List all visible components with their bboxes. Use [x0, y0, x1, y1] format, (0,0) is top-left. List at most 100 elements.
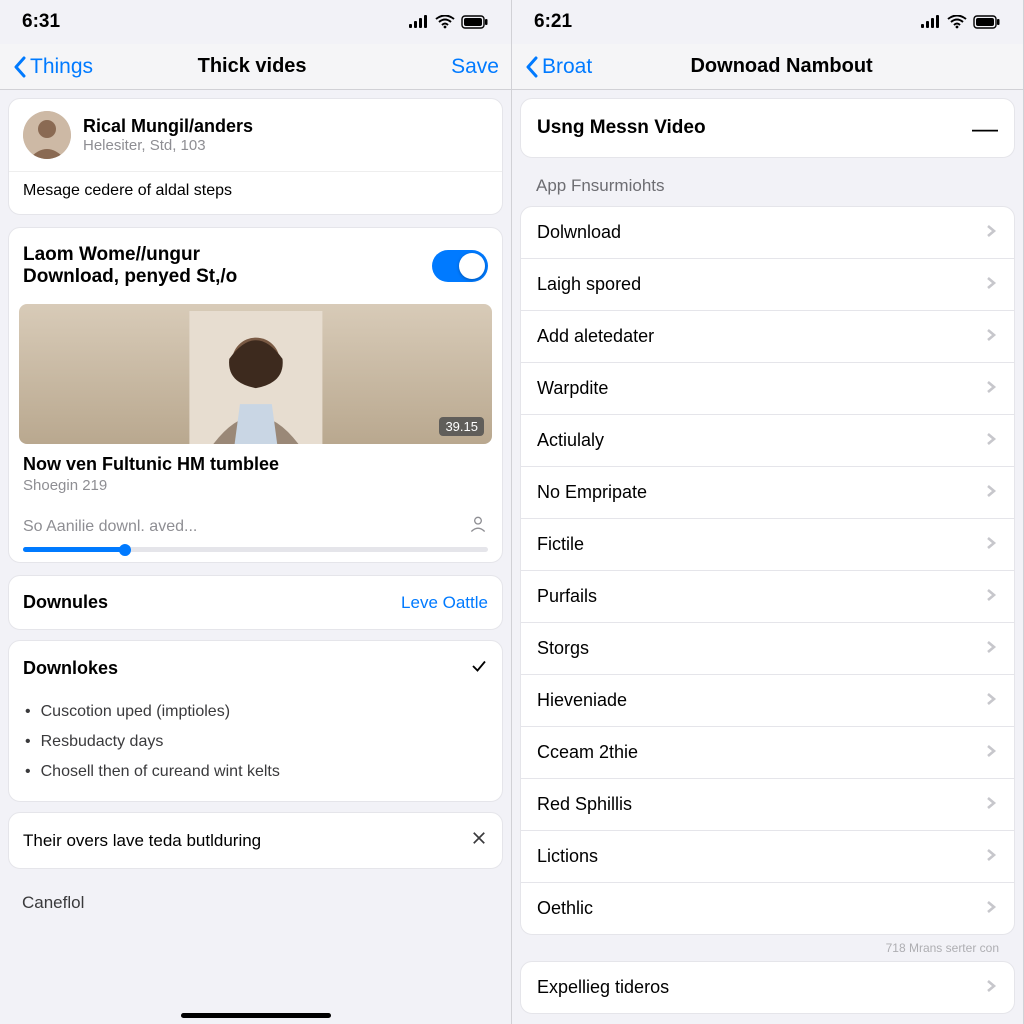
- chevron-right-icon: [984, 326, 998, 347]
- menu-item[interactable]: Fictile: [521, 519, 1014, 571]
- chevron-right-icon: [984, 534, 998, 555]
- progress-row: So Aanilie downl. aved...: [9, 506, 502, 562]
- home-indicator[interactable]: [181, 1013, 331, 1018]
- menu-label: Expellieg tideros: [537, 977, 669, 998]
- menu-item[interactable]: Lictions: [521, 831, 1014, 883]
- chevron-right-icon: [984, 222, 998, 243]
- chevron-right-icon: [984, 638, 998, 659]
- person-outline-icon[interactable]: [468, 514, 488, 539]
- overs-label: Their overs lave teda butlduring: [23, 831, 261, 851]
- chevron-right-icon: [984, 586, 998, 607]
- chevron-right-icon: [984, 742, 998, 763]
- progress-bar[interactable]: [23, 547, 488, 552]
- downules-row[interactable]: Downules Leve Oattle: [8, 575, 503, 630]
- save-button[interactable]: Save: [451, 55, 499, 79]
- menu-label: Cceam 2thie: [537, 742, 638, 763]
- status-time: 6:21: [534, 11, 572, 33]
- status-bar: 6:31: [0, 0, 511, 44]
- cellular-icon: [921, 15, 941, 29]
- toggle-line2: Download, penyed St,/o: [23, 266, 237, 288]
- menu-label: Laigh spored: [537, 274, 641, 295]
- menu-label: Storgs: [537, 638, 589, 659]
- menu-list: Dolwnload Laigh spored Add aletedater Wa…: [520, 206, 1015, 935]
- video-duration: 39.15: [439, 417, 484, 436]
- check-icon: [470, 657, 488, 680]
- download-card: Laom Wome//ungur Download, penyed St,/o: [8, 227, 503, 563]
- profile-card: Rical Mungil/anders Helesiter, Std, 103 …: [8, 98, 503, 215]
- chevron-right-icon: [984, 378, 998, 399]
- chevron-left-icon: [12, 56, 28, 78]
- avatar: [23, 111, 71, 159]
- caneflol-row[interactable]: Caneflol: [8, 879, 503, 913]
- menu-item[interactable]: Hieveniade: [521, 675, 1014, 727]
- profile-subtitle: Helesiter, Std, 103: [83, 137, 253, 154]
- battery-icon: [973, 15, 1001, 29]
- menu-item[interactable]: Cceam 2thie: [521, 727, 1014, 779]
- menu-label: Dolwnload: [537, 222, 621, 243]
- status-icons: [409, 15, 489, 29]
- menu-label: Add aletedater: [537, 326, 654, 347]
- downlokes-block: Downlokes Cuscotion uped (imptioles) Res…: [8, 640, 503, 802]
- profile-row[interactable]: Rical Mungil/anders Helesiter, Std, 103: [9, 99, 502, 172]
- back-label: Broat: [542, 55, 592, 79]
- cellular-icon: [409, 15, 429, 29]
- chevron-right-icon: [984, 977, 998, 998]
- back-button[interactable]: Broat: [524, 55, 592, 79]
- nav-bar: Things Thick vides Save: [0, 44, 511, 90]
- menu-item[interactable]: Add aletedater: [521, 311, 1014, 363]
- menu-label: Purfails: [537, 586, 597, 607]
- menu-item[interactable]: Purfails: [521, 571, 1014, 623]
- menu-item[interactable]: Red Sphillis: [521, 779, 1014, 831]
- close-icon[interactable]: [470, 829, 488, 852]
- menu-item[interactable]: No Empripate: [521, 467, 1014, 519]
- menu-item[interactable]: Dolwnload: [521, 207, 1014, 259]
- page-title: Thick vides: [53, 55, 451, 78]
- menu-item[interactable]: Oethlic: [521, 883, 1014, 934]
- menu-list-2: Expellieg tideros: [520, 961, 1015, 1014]
- list-item: Chosell then of cureand wint kelts: [15, 757, 496, 787]
- chevron-right-icon: [984, 430, 998, 451]
- chevron-right-icon: [984, 794, 998, 815]
- video-title: Now ven Fultunic HM tumblee: [23, 454, 488, 475]
- menu-label: Hieveniade: [537, 690, 627, 711]
- progress-label: So Aanilie downl. aved...: [23, 518, 197, 536]
- video-subtitle: Shoegin 219: [23, 477, 488, 494]
- chevron-right-icon: [984, 690, 998, 711]
- menu-label: Lictions: [537, 846, 598, 867]
- downules-label: Downules: [23, 592, 108, 613]
- menu-label: Fictile: [537, 534, 584, 555]
- menu-label: Oethlic: [537, 898, 593, 919]
- chevron-right-icon: [984, 846, 998, 867]
- menu-label: Red Sphillis: [537, 794, 632, 815]
- status-icons: [921, 15, 1001, 29]
- menu-item[interactable]: Laigh spored: [521, 259, 1014, 311]
- wifi-icon: [435, 15, 455, 29]
- download-toggle[interactable]: [432, 250, 488, 282]
- menu-item[interactable]: Storgs: [521, 623, 1014, 675]
- downlokes-label: Downlokes: [23, 658, 118, 679]
- downules-link[interactable]: Leve Oattle: [401, 593, 488, 613]
- menu-label: Warpdite: [537, 378, 608, 399]
- menu-item[interactable]: Actiulaly: [521, 415, 1014, 467]
- battery-icon: [461, 15, 489, 29]
- downlokes-header[interactable]: Downlokes: [9, 645, 502, 693]
- collapse-row[interactable]: Usng Messn Video —: [520, 98, 1015, 158]
- chevron-right-icon: [984, 482, 998, 503]
- chevron-left-icon: [524, 56, 540, 78]
- menu-item[interactable]: Warpdite: [521, 363, 1014, 415]
- downlokes-list: Cuscotion uped (imptioles) Resbudacty da…: [9, 693, 502, 797]
- collapse-label: Usng Messn Video: [537, 117, 706, 139]
- video-thumbnail[interactable]: 39.15: [19, 304, 492, 444]
- page-title: Downoad Nambout: [592, 55, 971, 78]
- person-icon: [114, 311, 398, 444]
- menu-item[interactable]: Expellieg tideros: [521, 962, 1014, 1013]
- menu-label: No Empripate: [537, 482, 647, 503]
- footnote: 718 Mrans serter con: [520, 935, 1015, 957]
- overs-row[interactable]: Their overs lave teda butlduring: [8, 812, 503, 869]
- chevron-right-icon: [984, 898, 998, 919]
- status-bar: 6:21: [512, 0, 1023, 44]
- wifi-icon: [947, 15, 967, 29]
- group-header: App Fnsurmiohts: [520, 172, 1015, 206]
- profile-message: Mesage cedere of aldal steps: [9, 172, 502, 214]
- list-item: Cuscotion uped (imptioles): [15, 697, 496, 727]
